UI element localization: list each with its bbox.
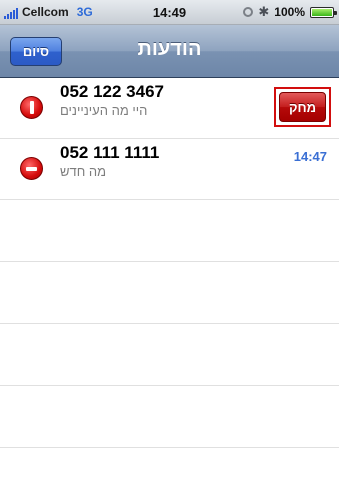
- message-preview: היי מה העיניינים: [60, 103, 148, 118]
- empty-row: [0, 200, 339, 262]
- message-preview: מה חדש: [60, 164, 107, 179]
- message-row[interactable]: 052 122 3467 היי מה העיניינים מחק: [0, 78, 339, 139]
- bluetooth-icon: ✱: [258, 4, 270, 19]
- message-sender: 052 111 1111: [60, 143, 160, 162]
- done-button[interactable]: סיום: [10, 37, 62, 66]
- empty-row: [0, 262, 339, 324]
- status-right: ✱ 100%: [243, 4, 337, 20]
- battery-icon: [310, 6, 337, 18]
- delete-button-highlight: מחק: [274, 87, 331, 127]
- status-bar: Cellcom 3G 14:49 ✱ 100%: [0, 0, 339, 25]
- message-time: 14:47: [293, 149, 327, 164]
- delete-button[interactable]: מחק: [279, 92, 326, 122]
- empty-row: [0, 386, 339, 448]
- page-title: הודעות: [137, 38, 202, 60]
- delete-toggle-icon[interactable]: [20, 96, 43, 119]
- message-sender: 052 122 3467: [60, 82, 164, 101]
- battery-fill: [312, 8, 332, 16]
- empty-row: [0, 324, 339, 386]
- lock-icon: [243, 7, 254, 17]
- battery-percent: 100%: [274, 5, 305, 19]
- message-list: 052 122 3467 היי מה העיניינים מחק 052 11…: [0, 78, 339, 448]
- message-row[interactable]: 052 111 1111 מה חדש 14:47: [0, 139, 339, 200]
- navigation-bar: סיום הודעות: [0, 25, 339, 78]
- delete-toggle-icon[interactable]: [20, 157, 43, 180]
